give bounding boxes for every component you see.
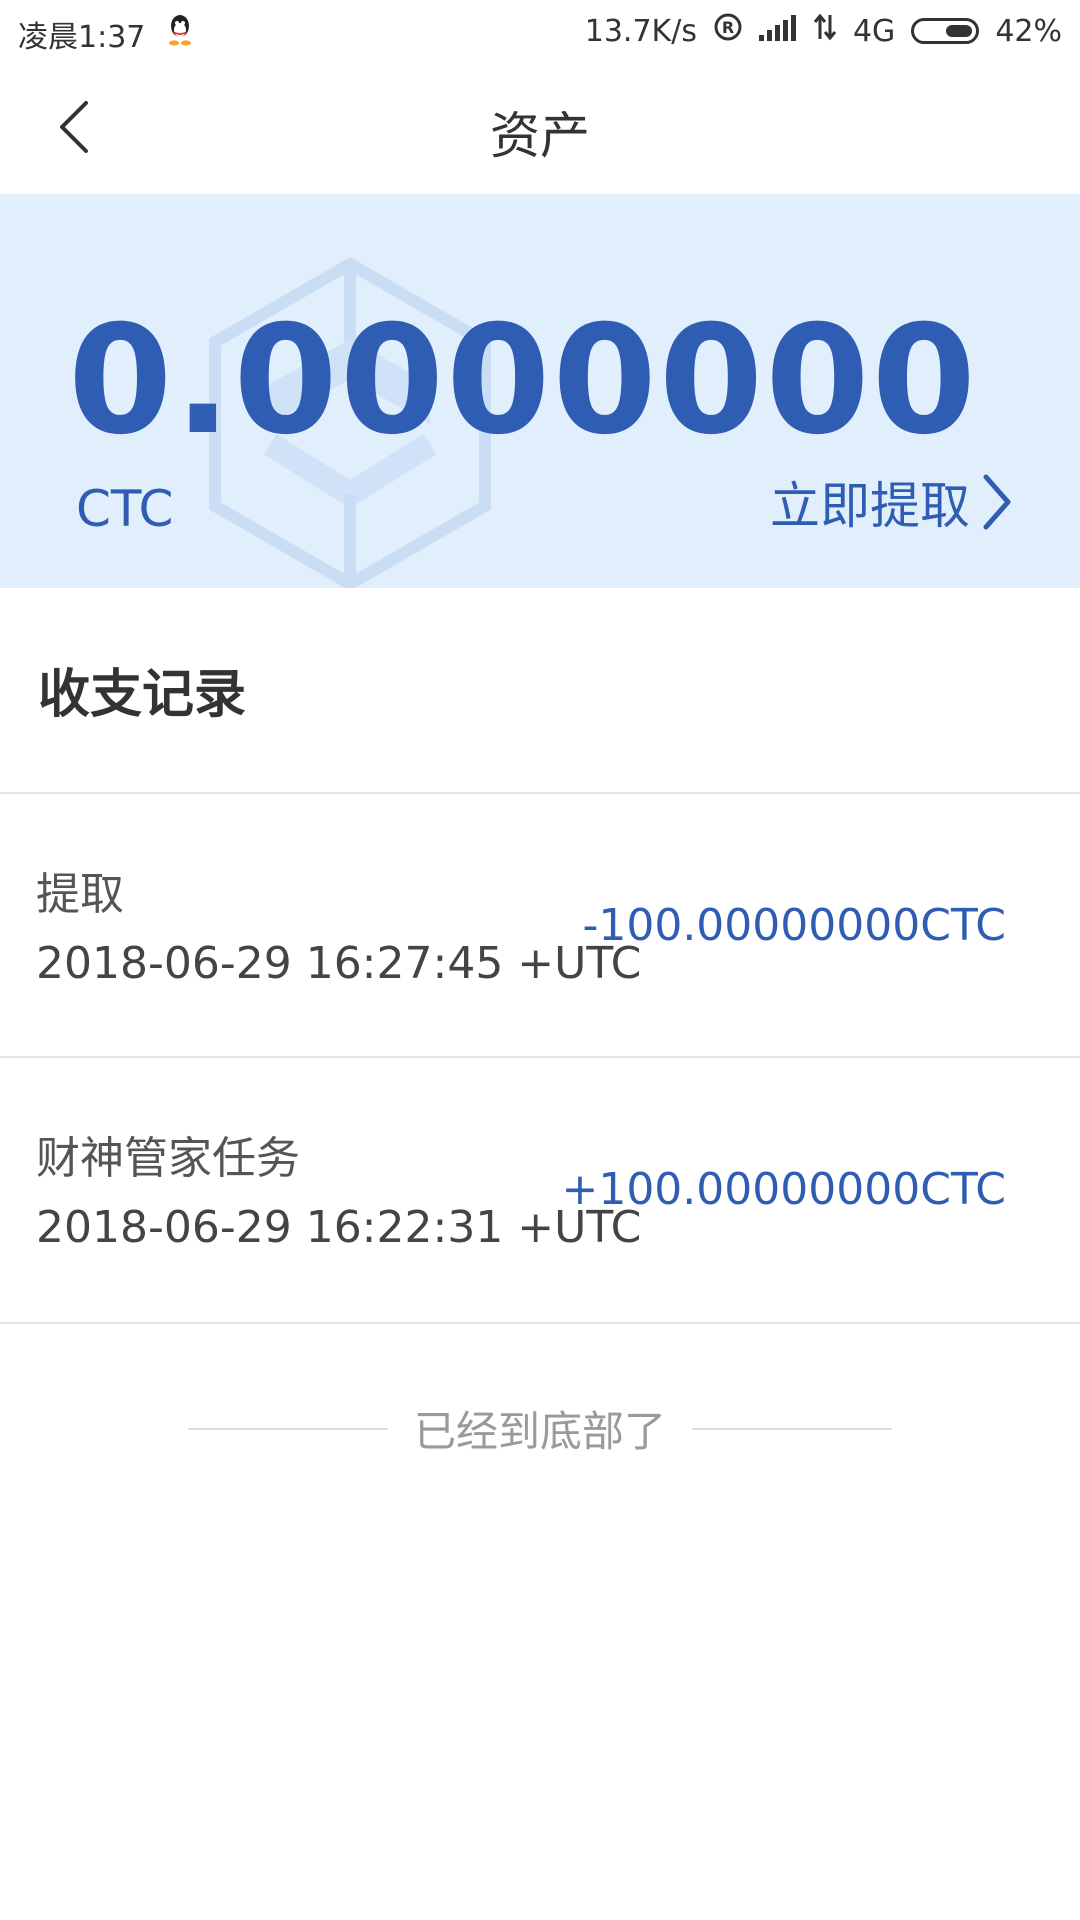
record-row[interactable]: 提取 2018-06-29 16:27:45 +UTC -100.0000000… bbox=[0, 794, 1080, 1056]
record-row[interactable]: 财神管家任务 2018-06-29 16:22:31 +UTC +100.000… bbox=[0, 1058, 1080, 1320]
chevron-right-icon bbox=[983, 474, 1011, 530]
balance-unit: CTC bbox=[76, 480, 174, 538]
status-bar: 凌晨1:37 13.7K/s R 4G 42% bbox=[0, 0, 1080, 62]
battery-icon bbox=[911, 18, 980, 44]
data-arrows-icon bbox=[813, 13, 837, 49]
record-name: 财神管家任务 bbox=[36, 1133, 300, 1184]
balance-card: 0.0000000 CTC 立即提取 bbox=[0, 194, 1080, 588]
record-time: 2018-06-29 16:27:45 +UTC bbox=[36, 938, 642, 989]
qq-icon bbox=[167, 14, 193, 54]
svg-text:R: R bbox=[722, 18, 734, 37]
record-time: 2018-06-29 16:22:31 +UTC bbox=[36, 1202, 642, 1253]
record-amount: +100.00000000CTC bbox=[561, 1164, 1006, 1215]
network-type: 4G bbox=[852, 13, 896, 49]
divider bbox=[0, 1322, 1080, 1324]
records-section-title: 收支记录 bbox=[38, 665, 247, 725]
signal-icon bbox=[758, 14, 797, 49]
end-of-list-marker: 已经到底部了 bbox=[0, 1398, 1080, 1459]
end-line-right bbox=[692, 1427, 892, 1430]
record-amount: -100.00000000CTC bbox=[582, 900, 1006, 951]
status-bar-left: 凌晨1:37 bbox=[18, 12, 193, 56]
end-of-list-text: 已经到底部了 bbox=[413, 1407, 666, 1456]
registered-icon: R bbox=[713, 12, 743, 50]
end-line-left bbox=[187, 1427, 388, 1430]
asset-screen: 凌晨1:37 13.7K/s R 4G 42% 资产 0.0000000 CTC… bbox=[0, 0, 1080, 1920]
withdraw-now-label: 立即提取 bbox=[770, 477, 970, 535]
withdraw-now-button[interactable]: 立即提取 bbox=[770, 466, 1014, 538]
page-title: 资产 bbox=[490, 107, 590, 165]
app-header: 资产 bbox=[0, 62, 1080, 194]
status-time: 凌晨1:37 bbox=[18, 20, 146, 55]
battery-level: 42% bbox=[995, 13, 1062, 49]
status-bar-right: 13.7K/s R 4G 42% bbox=[585, 12, 1062, 50]
balance-amount: 0.0000000 bbox=[68, 294, 978, 468]
network-speed: 13.7K/s bbox=[584, 13, 697, 49]
record-name: 提取 bbox=[36, 869, 124, 920]
